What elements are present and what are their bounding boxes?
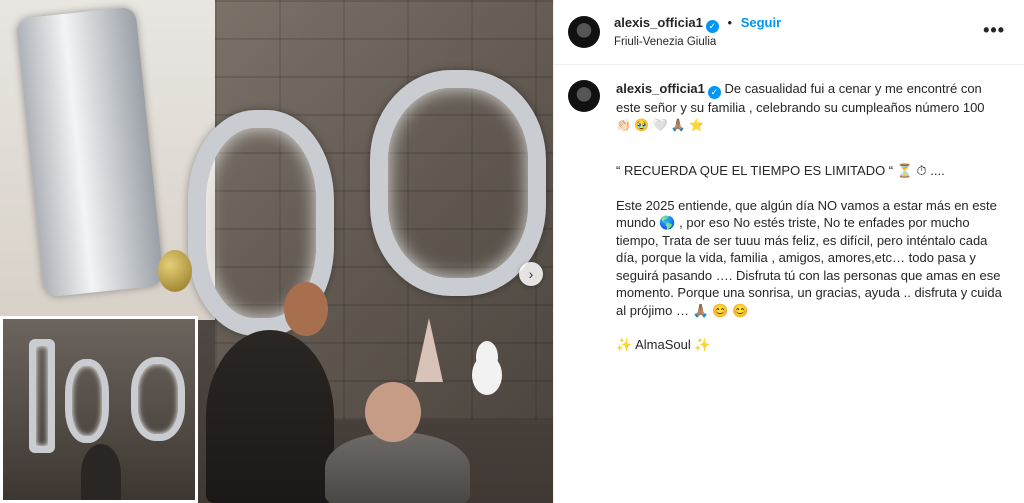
caption-signature: ✨ AlmaSoul ✨ bbox=[616, 337, 711, 352]
header-user-line: alexis_officia1 ✓ • Seguir bbox=[614, 15, 781, 33]
caption-avatar[interactable] bbox=[568, 80, 600, 112]
caption-intro: alexis_officia1 ✓ De casualidad fui a cen… bbox=[616, 80, 1008, 117]
location-link[interactable]: Friuli-Venezia Giulia bbox=[614, 36, 716, 48]
post-photo[interactable]: › bbox=[0, 0, 553, 503]
more-options-icon[interactable]: ••• bbox=[983, 20, 1005, 41]
caption-username[interactable]: alexis_officia1 bbox=[616, 81, 705, 96]
person-young-man-head bbox=[284, 282, 328, 336]
balloon-digit-0-right bbox=[370, 70, 546, 296]
gold-balloon bbox=[158, 250, 192, 292]
verified-badge-icon: ✓ bbox=[705, 20, 719, 33]
caption-intro-emojis: 👏🏻 🥹 🤍 🙏🏽 ⭐ bbox=[616, 117, 705, 132]
inset-balloon-0-left bbox=[65, 359, 109, 443]
person-old-man bbox=[325, 432, 470, 503]
next-photo-button[interactable]: › bbox=[519, 262, 543, 286]
avatar[interactable] bbox=[568, 16, 600, 48]
caption-paragraph: Este 2025 entiende, que algún día NO vam… bbox=[616, 197, 1002, 318]
snowman bbox=[472, 355, 502, 395]
post-caption: alexis_officia1 ✓ De casualidad fui a cen… bbox=[568, 80, 1008, 354]
inset-person bbox=[81, 444, 121, 500]
photo-inset bbox=[0, 316, 198, 503]
post-side-panel: alexis_officia1 ✓ • Seguir Friuli-Venezia… bbox=[553, 0, 1024, 503]
caption-quote: “ RECUERDA QUE EL TIEMPO ES LIMITADO “ ⏳… bbox=[616, 163, 945, 178]
inset-balloon-0-right bbox=[131, 357, 185, 441]
caption-body: alexis_officia1 ✓ De casualidad fui a cen… bbox=[616, 80, 1008, 354]
separator-dot: • bbox=[727, 15, 733, 30]
post-header: alexis_officia1 ✓ • Seguir Friuli-Venezia… bbox=[554, 0, 1024, 65]
person-young-man bbox=[206, 330, 334, 503]
verified-badge-icon: ✓ bbox=[707, 86, 721, 99]
christmas-tree bbox=[415, 318, 443, 382]
chevron-right-icon: › bbox=[528, 266, 534, 282]
inset-balloon-1 bbox=[29, 339, 55, 453]
person-old-man-head bbox=[365, 382, 421, 442]
follow-button[interactable]: Seguir bbox=[741, 15, 781, 30]
header-username[interactable]: alexis_officia1 bbox=[614, 15, 703, 30]
